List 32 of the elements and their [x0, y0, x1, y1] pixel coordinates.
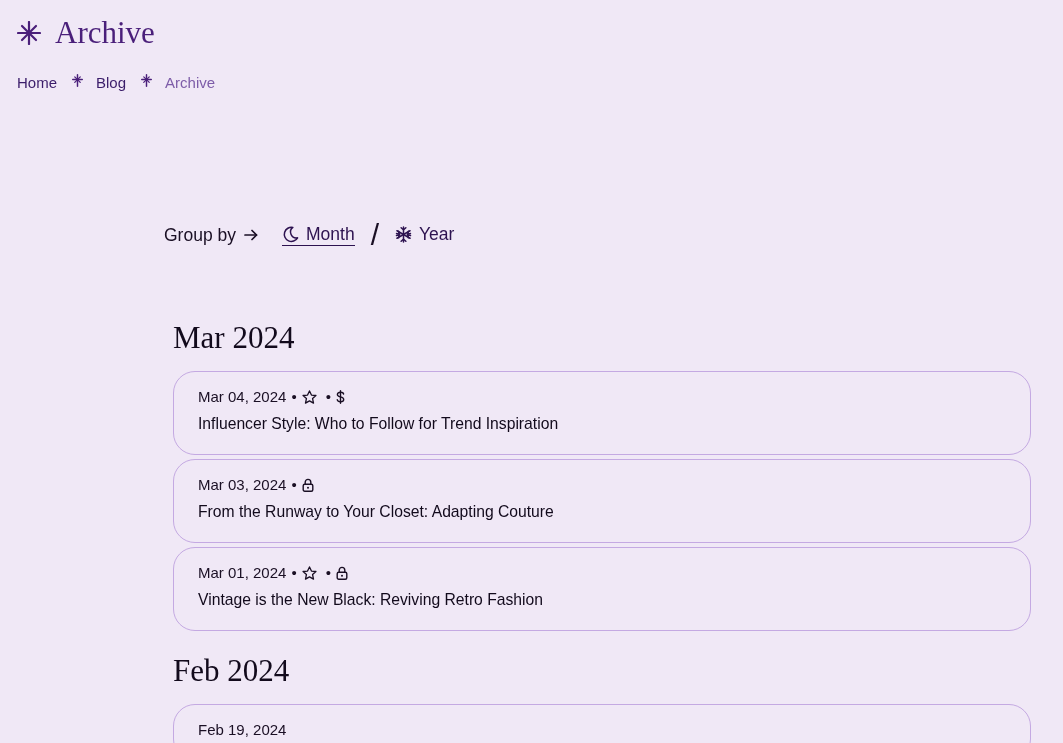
sparkle-separator-icon — [72, 73, 83, 87]
breadcrumb-link[interactable]: Blog — [96, 73, 127, 93]
post-date: Feb 19, 2024 — [198, 720, 287, 740]
post-date: Mar 04, 2024 — [198, 387, 287, 407]
bullet-separator: • — [291, 475, 297, 495]
page-title: Archive — [55, 14, 155, 52]
post-title: From the Runway to Your Closet: Adapting Couture — [198, 502, 555, 522]
group-by-option[interactable]: Year — [394, 224, 455, 246]
post-card[interactable]: Mar 01, 2024 • • Vintage is the New Black: Reviving Retro Fashion — [173, 547, 1031, 631]
bullet-separator: • — [291, 387, 297, 407]
post-card[interactable]: Feb 19, 2024 — [173, 704, 1031, 743]
month-heading: Mar 2024 — [173, 320, 296, 356]
breadcrumb-current-page: Archive — [165, 73, 216, 93]
group-by-label: Group by — [164, 224, 236, 246]
post-date: Mar 03, 2024 — [198, 475, 287, 495]
post-card[interactable]: Mar 04, 2024 • • Influencer Style: Who to Follow for Trend Inspiration — [173, 371, 1031, 455]
breadcrumb-link[interactable]: Home — [17, 73, 57, 93]
crescent-moon-icon — [282, 226, 299, 243]
month-heading: Feb 2024 — [173, 653, 291, 689]
post-date: Mar 01, 2024 — [198, 563, 287, 583]
post-title: Influencer Style: Who to Follow for Trend Inspiration — [198, 414, 560, 434]
post-card[interactable]: Mar 03, 2024 • From the Runway to Your Closet: Adapting Couture — [173, 459, 1031, 543]
snowflake-icon — [394, 226, 412, 243]
asterisk-star-icon — [17, 21, 41, 45]
sparkle-separator-icon — [141, 73, 153, 87]
group-by-option[interactable]: Month — [282, 224, 355, 246]
bullet-separator: • — [325, 563, 331, 583]
bullet-separator: • — [291, 563, 297, 583]
post-title: Vintage is the New Black: Reviving Retro Fashion — [198, 590, 544, 610]
arrow-right-icon — [244, 229, 258, 241]
bullet-separator: • — [325, 387, 331, 407]
slash-divider: / — [370, 220, 379, 250]
